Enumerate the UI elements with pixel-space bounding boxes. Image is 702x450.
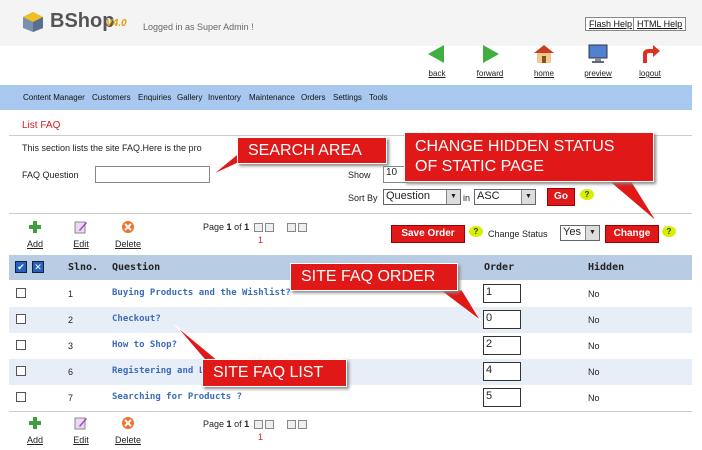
callout-line: CHANGE HIDDEN STATUS [415,138,615,155]
callout-line: OF STATIC PAGE [415,158,544,175]
callout-pointers [174,151,658,373]
callout-site-faq-list: SITE FAQ LIST [202,359,347,387]
callout-change-hidden-status: CHANGE HIDDEN STATUS OF STATIC PAGE [404,132,654,182]
callout-search-area: SEARCH AREA [237,137,387,164]
callout-site-faq-order: SITE FAQ ORDER [290,263,458,291]
